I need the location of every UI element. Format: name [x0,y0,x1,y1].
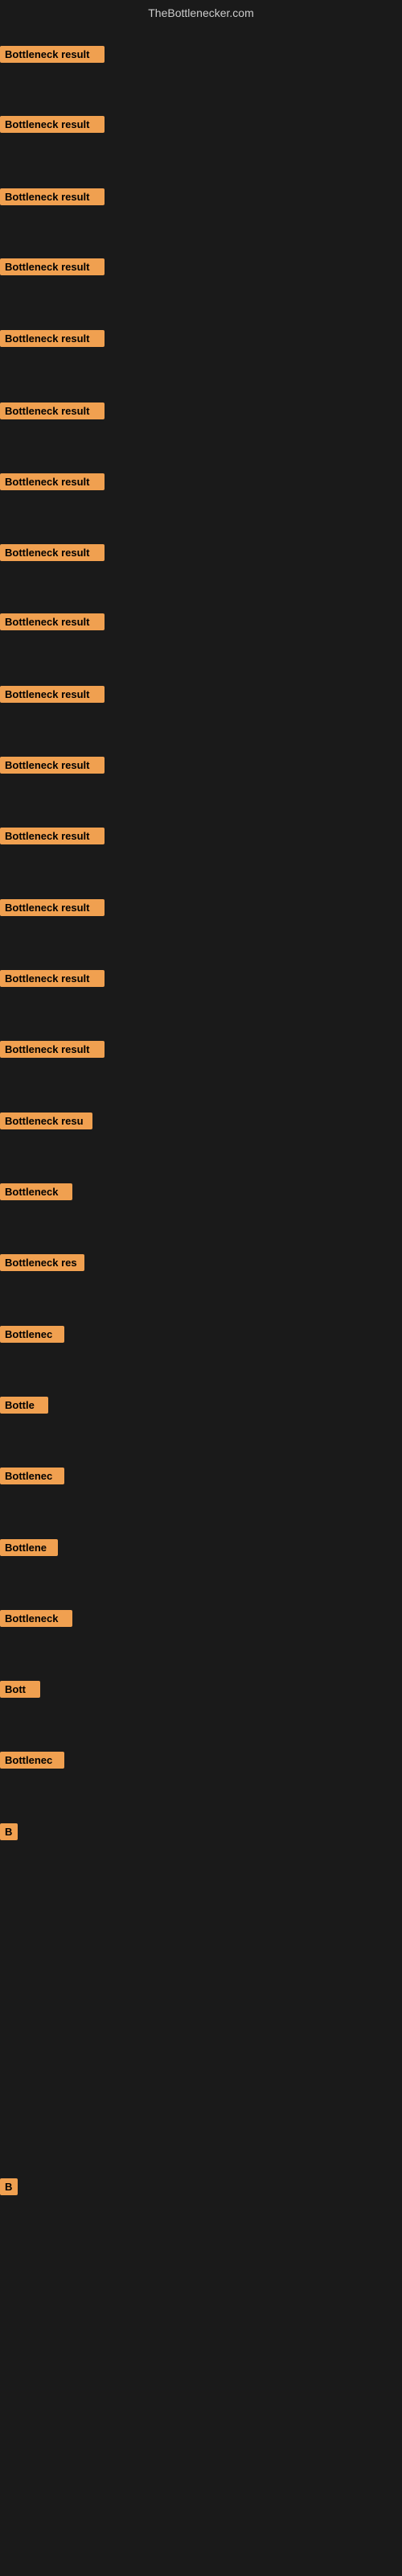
bottleneck-item-26: B [0,1823,18,1840]
bottleneck-item-19: Bottlenec [0,1326,64,1343]
bottleneck-item-25: Bottlenec [0,1752,64,1769]
bottleneck-item-2: Bottleneck result [0,116,105,133]
bottleneck-item-17: Bottleneck [0,1183,72,1200]
bottleneck-item-8: Bottleneck result [0,544,105,561]
bottleneck-item-15: Bottleneck result [0,1041,105,1058]
bottleneck-item-6: Bottleneck result [0,402,105,419]
bottleneck-item-11: Bottleneck result [0,757,105,774]
bottleneck-item-4: Bottleneck result [0,258,105,275]
bottleneck-item-9: Bottleneck result [0,613,105,630]
bottleneck-item-27: B [0,2178,18,2195]
bottleneck-item-14: Bottleneck result [0,970,105,987]
bottleneck-item-22: Bottlene [0,1539,58,1556]
bottleneck-item-5: Bottleneck result [0,330,105,347]
bottleneck-item-24: Bott [0,1681,40,1698]
bottleneck-item-13: Bottleneck result [0,899,105,916]
bottleneck-item-10: Bottleneck result [0,686,105,703]
bottleneck-item-20: Bottle [0,1397,48,1414]
bottleneck-item-21: Bottlenec [0,1468,64,1484]
bottleneck-item-3: Bottleneck result [0,188,105,205]
bottleneck-item-23: Bottleneck [0,1610,72,1627]
site-header: TheBottlenecker.com [0,0,402,23]
bottleneck-item-7: Bottleneck result [0,473,105,490]
bottleneck-item-16: Bottleneck resu [0,1113,92,1129]
bottleneck-item-1: Bottleneck result [0,46,105,63]
bottleneck-item-12: Bottleneck result [0,828,105,844]
bottleneck-item-18: Bottleneck res [0,1254,84,1271]
